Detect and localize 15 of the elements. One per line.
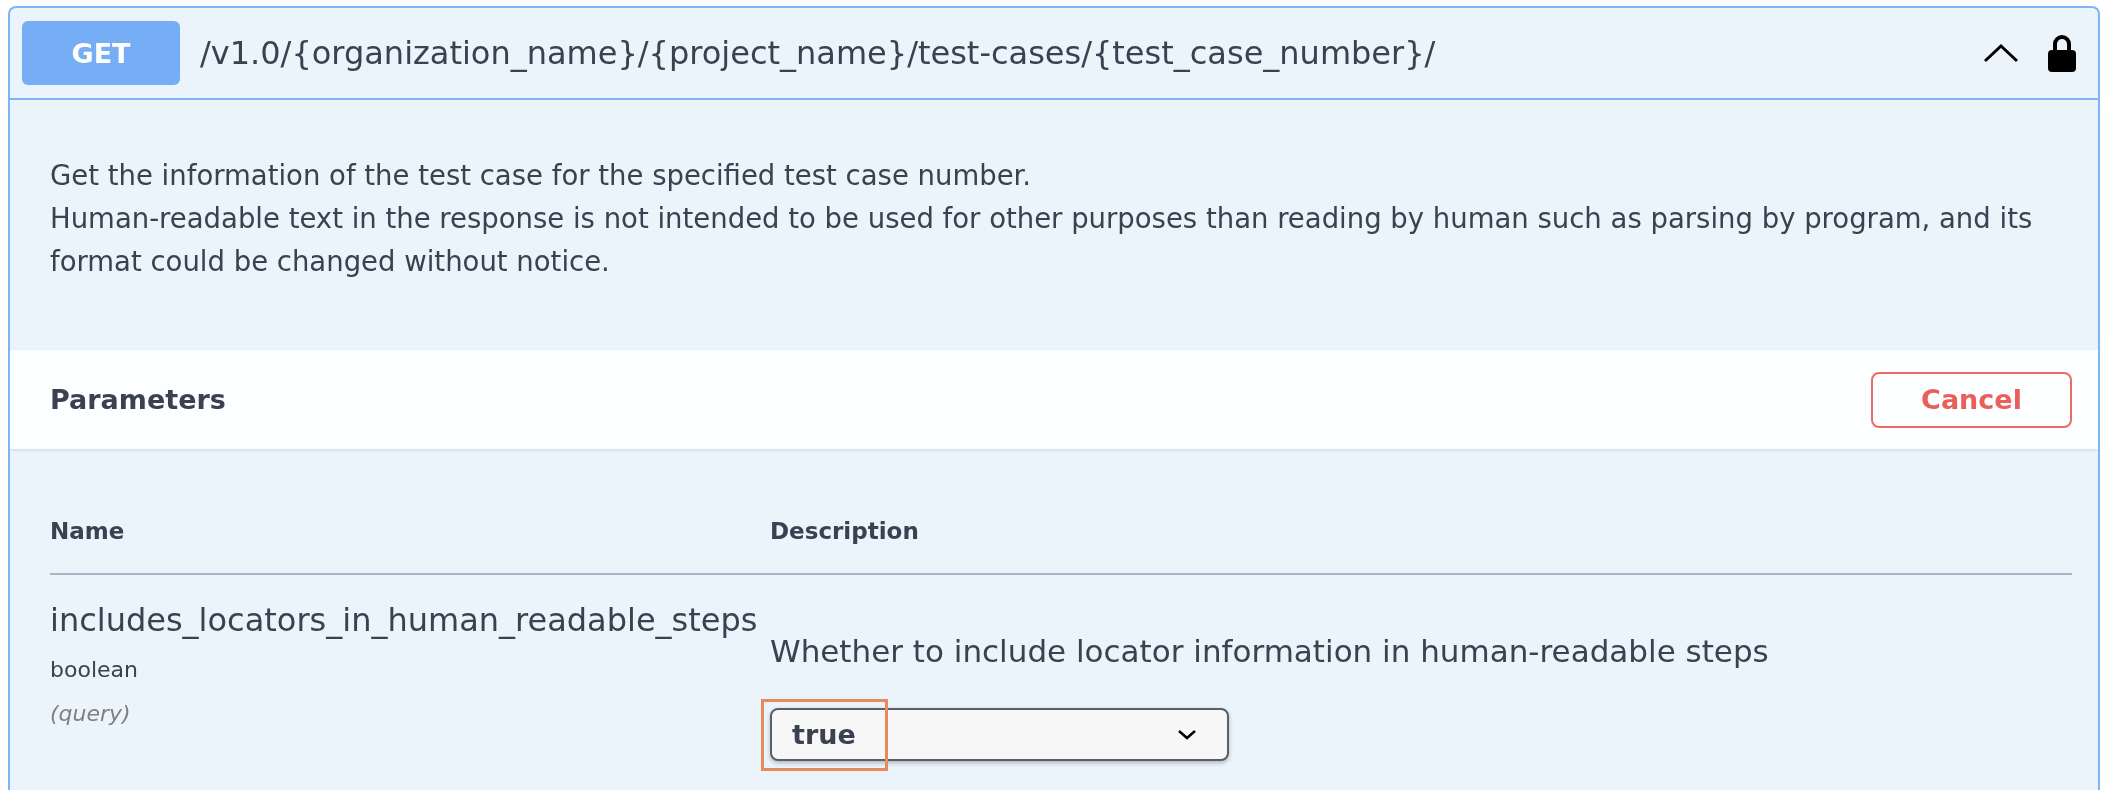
description-text: Get the information of the test case for the specified test case number. (50, 158, 1033, 193)
chevron-down-icon (1177, 729, 1197, 740)
parameter-name: includes_locators_in_human_readable_steps (50, 600, 758, 640)
parameter-type: boolean (50, 656, 138, 684)
http-method-label: GET (22, 21, 180, 85)
value-select[interactable]: true (770, 708, 1229, 761)
description-text: Human-readable text in the response is not intended to be used for other purposes than reading by human such as parsing by program, and its format could be changed without notice. (50, 201, 2034, 279)
lock-icon[interactable] (2048, 34, 2076, 72)
endpoint-path: /v1.0/{organization_name}/{project_name}/test-cases/{test_case_number}/ (200, 34, 1436, 72)
column-header: Description (770, 517, 919, 546)
chevron-up-icon[interactable] (1983, 43, 2019, 63)
section-title: Parameters (50, 384, 226, 415)
parameter-description: Whether to include locator information in human-readable steps (770, 632, 1769, 671)
parameter-location: (query) (50, 700, 131, 728)
column-header: Name (50, 517, 125, 546)
